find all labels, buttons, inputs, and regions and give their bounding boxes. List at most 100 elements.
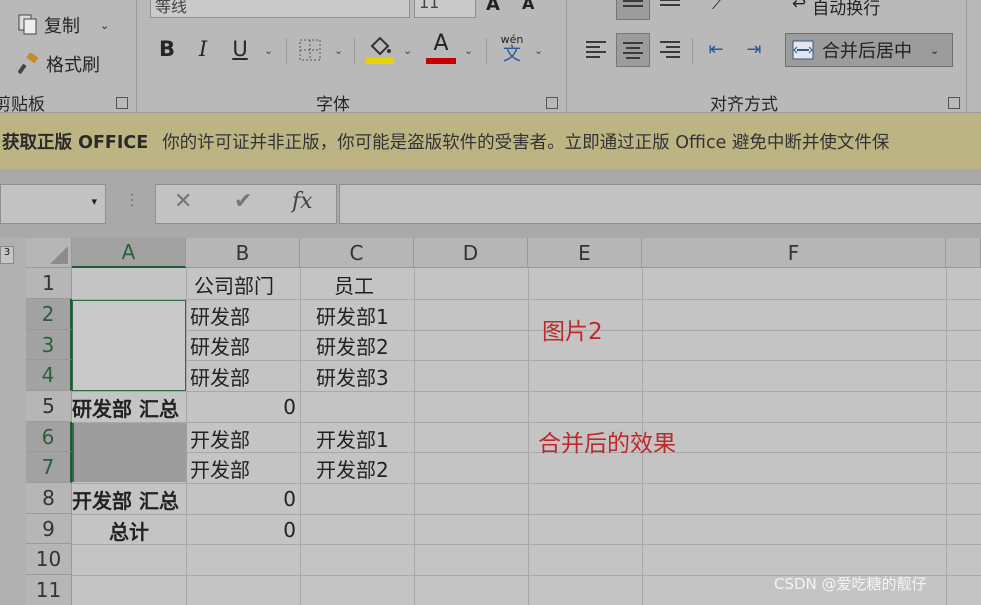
- fill-color-dropdown-icon[interactable]: ⌄: [403, 44, 412, 57]
- increase-font-icon[interactable]: A: [486, 0, 500, 15]
- row-header-5[interactable]: 5: [26, 391, 72, 422]
- cell-c6[interactable]: 开发部1: [316, 423, 389, 453]
- clipboard-launcher-icon[interactable]: [116, 97, 128, 109]
- middle-align-button[interactable]: [654, 0, 686, 18]
- phonetic-char: 文: [503, 44, 521, 65]
- formula-input[interactable]: [339, 184, 981, 224]
- select-all-icon: [50, 246, 68, 264]
- cell-b7[interactable]: 开发部: [190, 453, 250, 483]
- cell-b6[interactable]: 开发部: [190, 423, 250, 453]
- middle-align-icon: [660, 0, 680, 9]
- column-header-e[interactable]: E: [528, 238, 642, 268]
- increase-indent-button[interactable]: ⇥: [738, 33, 770, 65]
- license-warning-title[interactable]: 获取正版 OFFICE: [2, 129, 148, 154]
- cancel-icon[interactable]: ✕: [174, 189, 192, 214]
- cell-a9[interactable]: 总计: [72, 515, 186, 545]
- cell-b9[interactable]: 0: [186, 515, 300, 545]
- cell-b3[interactable]: 研发部: [190, 330, 250, 360]
- paint-bucket-icon: [366, 36, 394, 64]
- orientation-icon[interactable]: ⟋: [712, 0, 723, 14]
- enter-icon[interactable]: ✔: [234, 189, 252, 214]
- merged-cell-a2-a4[interactable]: [72, 300, 186, 391]
- row-header-9[interactable]: 9: [26, 514, 72, 544]
- row-header-10[interactable]: 10: [26, 544, 72, 575]
- phonetic-dropdown-icon[interactable]: ⌄: [534, 44, 543, 57]
- merge-center-button[interactable]: 合并后居中 ⌄: [785, 33, 953, 67]
- bold-button[interactable]: B: [152, 34, 182, 64]
- phonetic-button[interactable]: wén 文: [496, 34, 528, 64]
- wrap-text-button[interactable]: ↩ 自动换行: [792, 0, 880, 19]
- merged-cell-a6-a7[interactable]: [72, 423, 187, 482]
- paintbrush-icon: [18, 53, 39, 75]
- drag-handle-icon[interactable]: ⋮: [124, 190, 140, 209]
- row-header-4[interactable]: 4: [26, 360, 72, 391]
- align-left-button[interactable]: [580, 33, 612, 65]
- picture-annotation: 图片2: [542, 319, 603, 345]
- chevron-down-icon[interactable]: ⌄: [100, 19, 109, 32]
- format-painter-button[interactable]: 格式刷: [18, 51, 100, 77]
- decrease-indent-button[interactable]: ⇤: [700, 33, 732, 65]
- cell-b2[interactable]: 研发部: [190, 300, 250, 330]
- merge-cells-icon: [792, 40, 814, 60]
- underline-dropdown-icon[interactable]: ⌄: [264, 44, 273, 57]
- cell-b1[interactable]: 公司部门: [194, 269, 274, 299]
- row-header-11[interactable]: 11: [26, 575, 72, 605]
- chevron-down-icon[interactable]: ▾: [91, 195, 97, 208]
- copy-label: 复制: [44, 16, 80, 37]
- font-size-box[interactable]: 11: [414, 0, 476, 18]
- wrap-text-icon: ↩: [792, 0, 807, 14]
- font-name-box[interactable]: 等线: [150, 0, 410, 18]
- italic-button[interactable]: I: [188, 34, 218, 64]
- formula-buttons: ✕ ✔ fx: [155, 184, 337, 224]
- decrease-indent-icon: ⇤: [708, 38, 724, 60]
- clipboard-group-label: 剪贴板: [0, 95, 45, 115]
- cell-c2[interactable]: 研发部1: [316, 300, 389, 330]
- font-color-button[interactable]: A: [426, 32, 456, 64]
- align-right-button[interactable]: [654, 33, 686, 65]
- align-right-icon: [660, 38, 680, 61]
- borders-button[interactable]: [298, 38, 322, 66]
- cell-b8[interactable]: 0: [186, 484, 300, 514]
- cell-c3[interactable]: 研发部2: [316, 330, 389, 360]
- select-all-corner[interactable]: [26, 238, 72, 268]
- top-align-button[interactable]: [616, 0, 650, 20]
- cell-a5[interactable]: 研发部 汇总: [72, 392, 186, 422]
- column-header-d[interactable]: D: [414, 238, 528, 268]
- column-header-a[interactable]: A: [72, 238, 186, 268]
- gridline: [946, 268, 947, 605]
- font-color-letter: A: [433, 31, 449, 56]
- insert-function-icon[interactable]: fx: [292, 189, 313, 214]
- cell-b5[interactable]: 0: [186, 392, 300, 422]
- cell-a8[interactable]: 开发部 汇总: [72, 484, 186, 514]
- font-launcher-icon[interactable]: [546, 97, 558, 109]
- column-header-c[interactable]: C: [300, 238, 414, 268]
- top-align-icon: [623, 0, 643, 10]
- row-header-3[interactable]: 3: [26, 330, 72, 360]
- cell-c1[interactable]: 员工: [334, 269, 374, 299]
- column-header-g[interactable]: [946, 238, 981, 268]
- row-header-8[interactable]: 8: [26, 483, 72, 514]
- cell-c7[interactable]: 开发部2: [316, 453, 389, 483]
- decrease-font-icon[interactable]: A: [522, 0, 534, 13]
- copy-button[interactable]: 复制 ⌄: [18, 12, 109, 38]
- column-header-b[interactable]: B: [186, 238, 300, 268]
- cell-c4[interactable]: 研发部3: [316, 361, 389, 391]
- row-header-7[interactable]: 7: [26, 452, 72, 483]
- row-header-6[interactable]: 6: [26, 422, 72, 452]
- divider: [136, 0, 137, 112]
- outline-strip: 3: [0, 238, 27, 605]
- alignment-launcher-icon[interactable]: [948, 97, 960, 109]
- align-center-button[interactable]: [616, 33, 650, 67]
- cell-b4[interactable]: 研发部: [190, 361, 250, 391]
- name-box[interactable]: ▾: [0, 184, 106, 224]
- row-header-2[interactable]: 2: [26, 299, 72, 330]
- fill-color-button[interactable]: [366, 34, 394, 68]
- underline-button[interactable]: U: [225, 34, 255, 64]
- outline-level-3-button[interactable]: 3: [0, 246, 14, 264]
- row-header-1[interactable]: 1: [26, 268, 72, 299]
- borders-dropdown-icon[interactable]: ⌄: [334, 44, 343, 57]
- font-color-dropdown-icon[interactable]: ⌄: [464, 44, 473, 57]
- column-header-f[interactable]: F: [642, 238, 946, 268]
- align-left-icon: [586, 38, 606, 61]
- chevron-down-icon[interactable]: ⌄: [930, 44, 939, 57]
